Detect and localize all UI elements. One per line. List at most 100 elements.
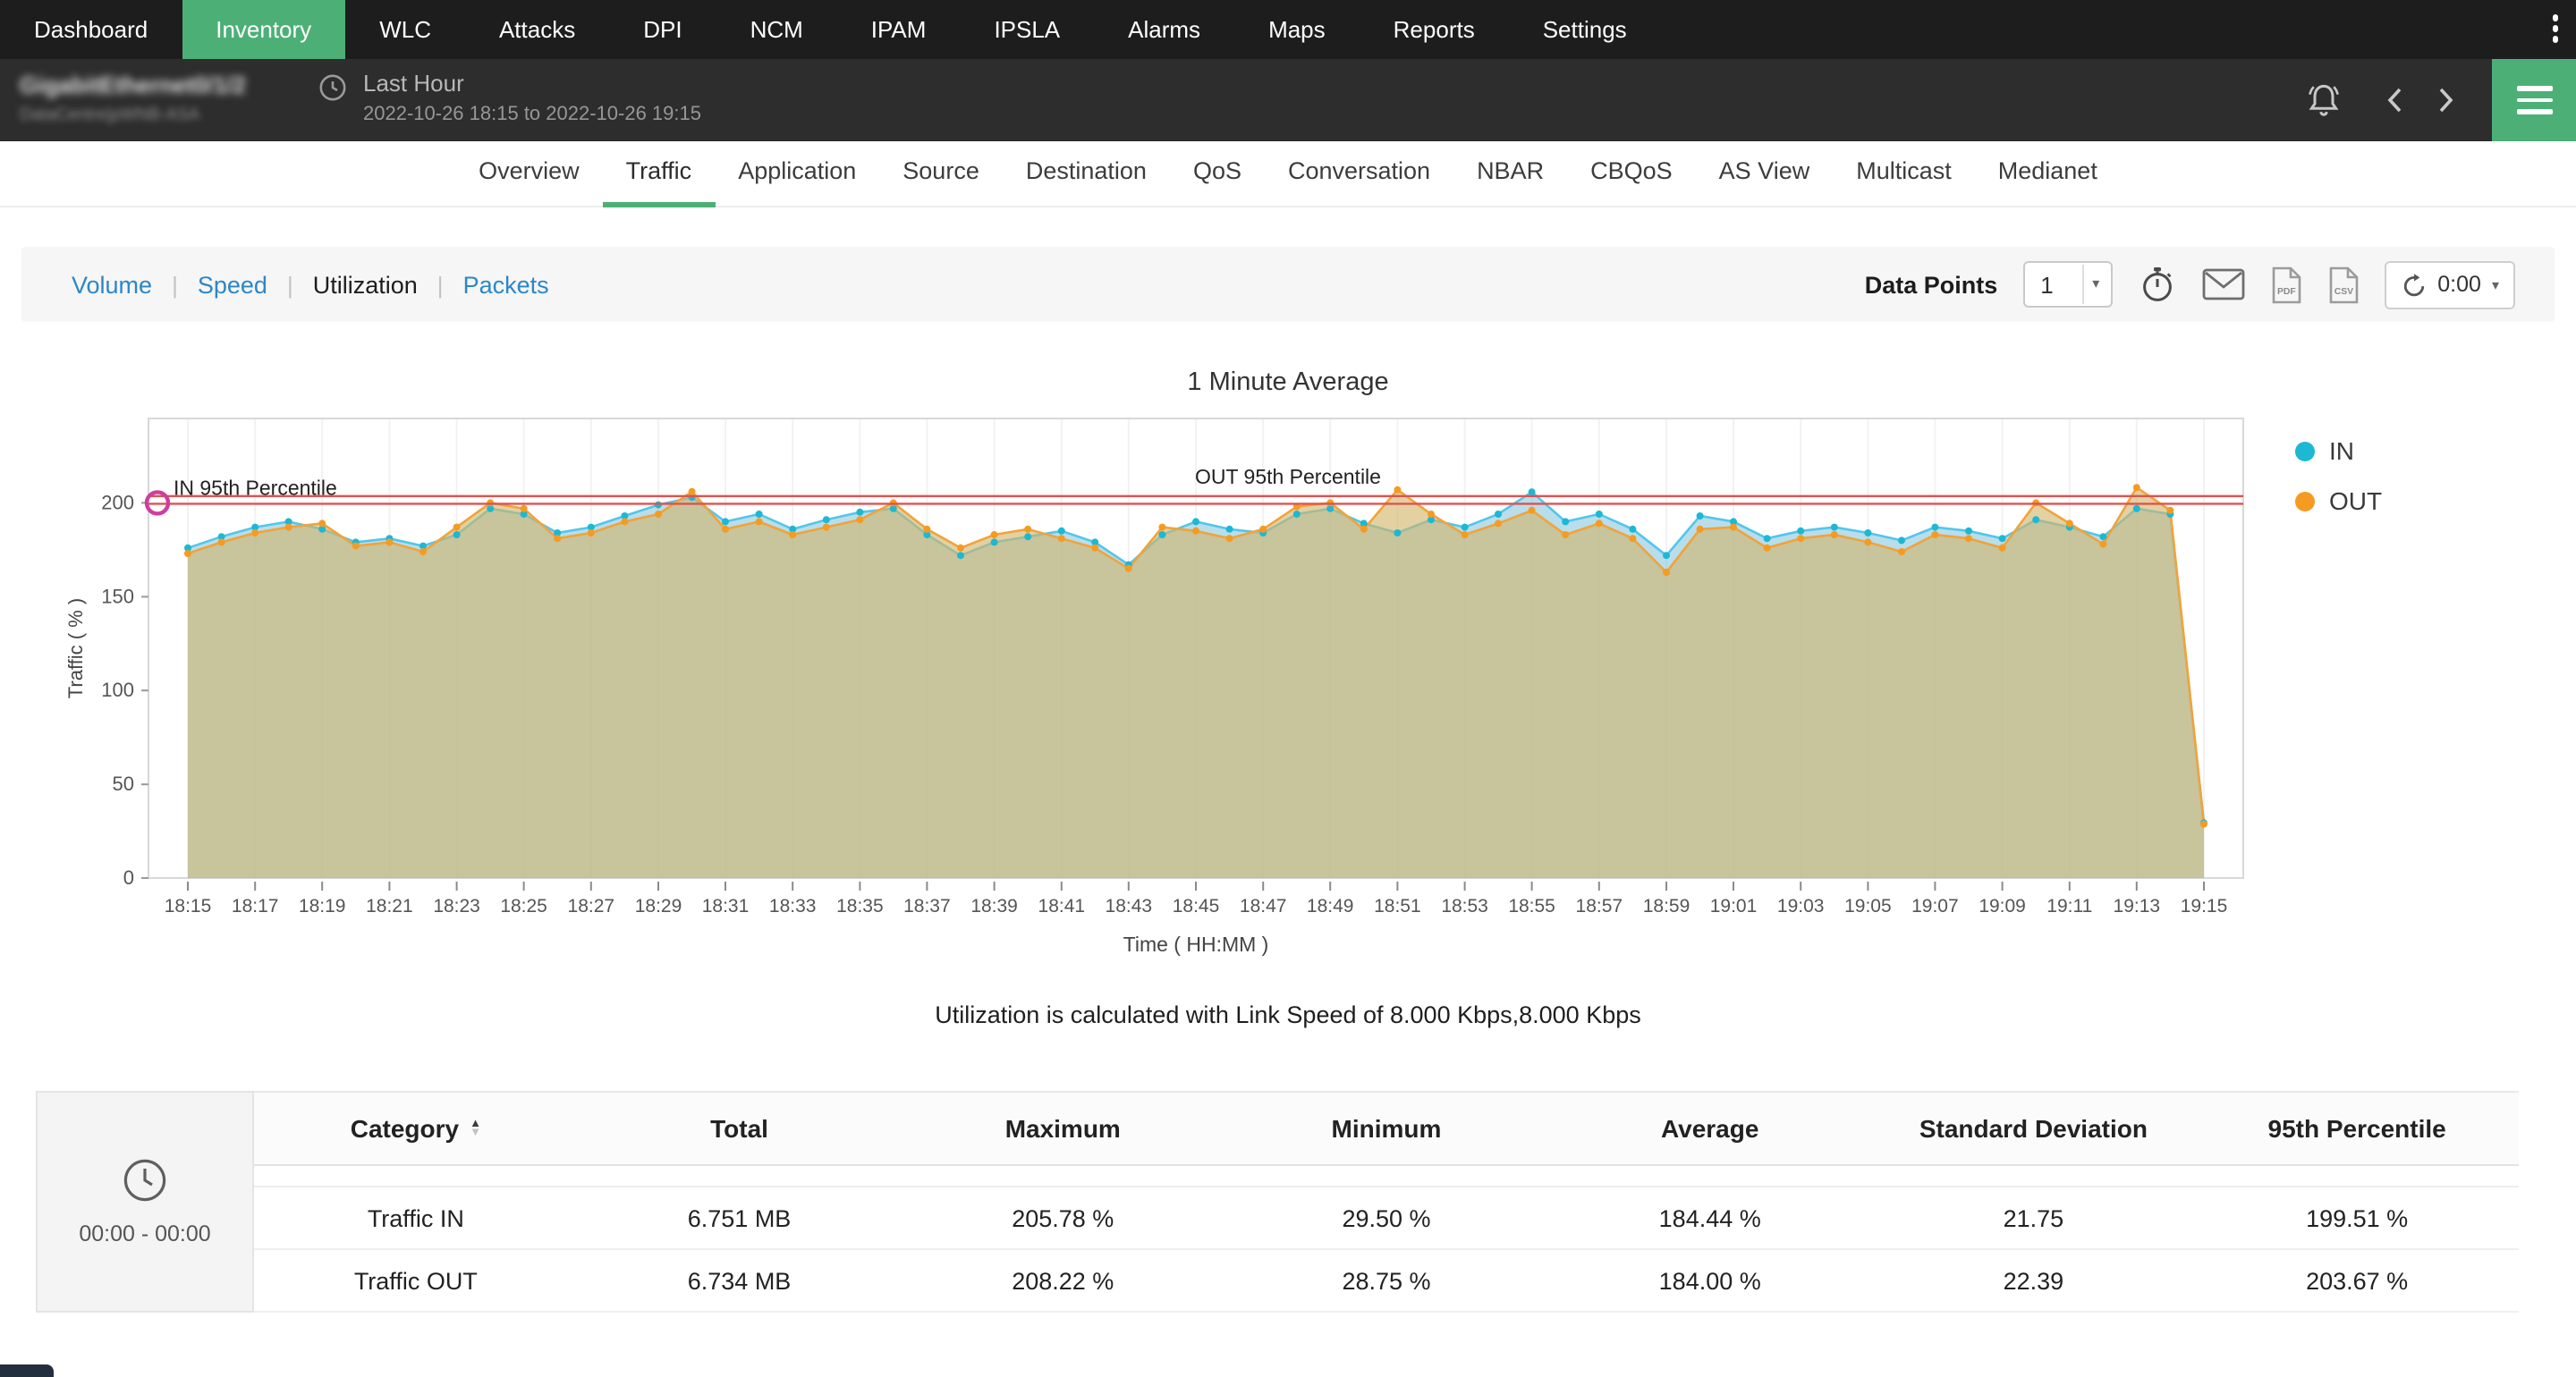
- svg-text:Time ( HH:MM ): Time ( HH:MM ): [1123, 933, 1269, 956]
- svg-text:18:51: 18:51: [1374, 896, 1421, 917]
- column-header-label: Total: [710, 1114, 768, 1143]
- table-cell: 199.51 %: [2195, 1187, 2519, 1250]
- pdf-file-icon[interactable]: PDF: [2269, 266, 2301, 303]
- stopwatch-icon[interactable]: [2137, 265, 2176, 304]
- tab-destination[interactable]: Destination: [1003, 141, 1170, 207]
- bottom-left-widget[interactable]: [0, 1364, 54, 1377]
- tab-traffic[interactable]: Traffic: [603, 141, 716, 207]
- svg-text:200: 200: [101, 491, 134, 513]
- utilization-chart[interactable]: 05010015020018:1518:1718:1918:2118:2318:…: [50, 408, 2268, 966]
- chevron-left-icon[interactable]: [2385, 86, 2406, 114]
- table-time-cell: 00:00 - 00:00: [36, 1091, 254, 1313]
- svg-text:18:47: 18:47: [1240, 896, 1287, 917]
- alarm-bell-icon[interactable]: [2302, 80, 2345, 120]
- legend-dot-out: [2295, 491, 2315, 511]
- tab-conversation[interactable]: Conversation: [1265, 141, 1453, 207]
- view-link-utilization[interactable]: Utilization: [313, 271, 418, 298]
- hamburger-icon[interactable]: [2492, 59, 2576, 141]
- view-links: Volume|Speed|Utilization|Packets: [72, 271, 549, 298]
- refresh-timer[interactable]: 0:00 ▾: [2384, 260, 2515, 308]
- refresh-time: 0:00: [2437, 272, 2481, 297]
- nav-item-maps[interactable]: Maps: [1234, 0, 1360, 59]
- svg-text:19:05: 19:05: [1844, 896, 1892, 917]
- top-navigation-items: DashboardInventoryWLCAttacksDPINCMIPAMIP…: [0, 0, 2576, 59]
- kebab-menu-icon[interactable]: [2552, 14, 2558, 42]
- svg-text:19:15: 19:15: [2181, 896, 2228, 917]
- legend-item-out[interactable]: OUT: [2295, 486, 2382, 515]
- csv-file-icon[interactable]: CSV: [2326, 266, 2359, 303]
- time-period-selector[interactable]: Last Hour 2022-10-26 18:15 to 2022-10-26…: [318, 70, 701, 125]
- svg-text:Traffic ( % ): Traffic ( % ): [64, 598, 87, 698]
- period-range: 2022-10-26 18:15 to 2022-10-26 19:15: [363, 104, 701, 125]
- view-separator: |: [437, 271, 444, 298]
- envelope-icon[interactable]: [2201, 268, 2244, 300]
- tab-multicast[interactable]: Multicast: [1833, 141, 1975, 207]
- nav-item-ncm[interactable]: NCM: [716, 0, 837, 59]
- table-cell: 184.44 %: [1548, 1187, 1872, 1250]
- table-cell: 29.50 %: [1224, 1187, 1548, 1250]
- nav-item-ipsla[interactable]: IPSLA: [960, 0, 1094, 59]
- table-cell: 22.39: [1872, 1250, 2196, 1313]
- top-navigation: DashboardInventoryWLCAttacksDPINCMIPAMIP…: [0, 0, 2576, 59]
- column-header-standard-deviation[interactable]: Standard Deviation: [1872, 1091, 2196, 1166]
- column-header-label: Average: [1661, 1114, 1759, 1143]
- nav-item-alarms[interactable]: Alarms: [1094, 0, 1234, 59]
- column-header-95th-percentile[interactable]: 95th Percentile: [2195, 1091, 2519, 1166]
- tab-cbqos[interactable]: CBQoS: [1567, 141, 1696, 207]
- svg-text:18:17: 18:17: [232, 896, 279, 917]
- tab-medianet[interactable]: Medianet: [1975, 141, 2121, 207]
- table-cell: 21.75: [1872, 1187, 2196, 1250]
- svg-text:50: 50: [113, 773, 134, 795]
- nav-item-attacks[interactable]: Attacks: [465, 0, 609, 59]
- nav-item-dpi[interactable]: DPI: [609, 0, 716, 59]
- data-points-value: 1: [2040, 271, 2053, 298]
- data-points-label: Data Points: [1865, 271, 1998, 298]
- column-header-label: Category: [351, 1114, 459, 1143]
- column-header-category[interactable]: Category ▲▼: [254, 1091, 578, 1166]
- tab-as-view[interactable]: AS View: [1696, 141, 1834, 207]
- column-header-label: 95th Percentile: [2268, 1114, 2446, 1143]
- data-points-select[interactable]: 1 ▾: [2022, 261, 2112, 308]
- nav-item-dashboard[interactable]: Dashboard: [0, 0, 182, 59]
- column-header-label: Maximum: [1005, 1114, 1121, 1143]
- refresh-icon: [2400, 271, 2427, 298]
- svg-text:18:37: 18:37: [903, 896, 951, 917]
- column-header-average[interactable]: Average: [1548, 1091, 1872, 1166]
- nav-item-inventory[interactable]: Inventory: [182, 0, 345, 59]
- nav-item-wlc[interactable]: WLC: [345, 0, 465, 59]
- tab-source[interactable]: Source: [879, 141, 1003, 207]
- column-header-total[interactable]: Total: [578, 1091, 902, 1166]
- sort-icon: ▲▼: [470, 1119, 481, 1137]
- table-cell: 28.75 %: [1224, 1250, 1548, 1313]
- chevron-right-icon[interactable]: [2435, 86, 2456, 114]
- sort-desc-icon: ▼: [470, 1128, 481, 1137]
- column-header-minimum[interactable]: Minimum: [1224, 1091, 1548, 1166]
- svg-text:18:53: 18:53: [1441, 896, 1488, 917]
- table-cell: 6.734 MB: [578, 1250, 902, 1313]
- nav-item-reports[interactable]: Reports: [1360, 0, 1509, 59]
- svg-text:18:55: 18:55: [1508, 896, 1555, 917]
- svg-text:18:21: 18:21: [366, 896, 413, 917]
- view-link-packets[interactable]: Packets: [463, 271, 549, 298]
- tab-overview[interactable]: Overview: [455, 141, 603, 207]
- header-actions: [2302, 59, 2576, 141]
- device-subtitle: DataCentre|pWNB-ASA: [20, 106, 246, 125]
- table-cell: 205.78 %: [901, 1187, 1224, 1250]
- tab-qos[interactable]: QoS: [1170, 141, 1265, 207]
- svg-text:0: 0: [123, 866, 134, 889]
- summary-table: 00:00 - 00:00 Category ▲▼ Total Maximum Mini…: [36, 1091, 2519, 1313]
- column-header-maximum[interactable]: Maximum: [901, 1091, 1224, 1166]
- tab-nbar[interactable]: NBAR: [1453, 141, 1567, 207]
- svg-text:18:45: 18:45: [1173, 896, 1220, 917]
- tab-application[interactable]: Application: [715, 141, 879, 207]
- svg-text:CSV: CSV: [2334, 286, 2352, 296]
- legend-dot-in: [2295, 441, 2315, 460]
- svg-text:18:25: 18:25: [500, 896, 547, 917]
- svg-text:100: 100: [101, 679, 134, 701]
- svg-text:18:23: 18:23: [433, 896, 480, 917]
- nav-item-ipam[interactable]: IPAM: [837, 0, 961, 59]
- view-link-speed[interactable]: Speed: [198, 271, 267, 298]
- legend-item-in[interactable]: IN: [2295, 436, 2382, 465]
- view-link-volume[interactable]: Volume: [72, 271, 152, 298]
- nav-item-settings[interactable]: Settings: [1509, 0, 1661, 59]
